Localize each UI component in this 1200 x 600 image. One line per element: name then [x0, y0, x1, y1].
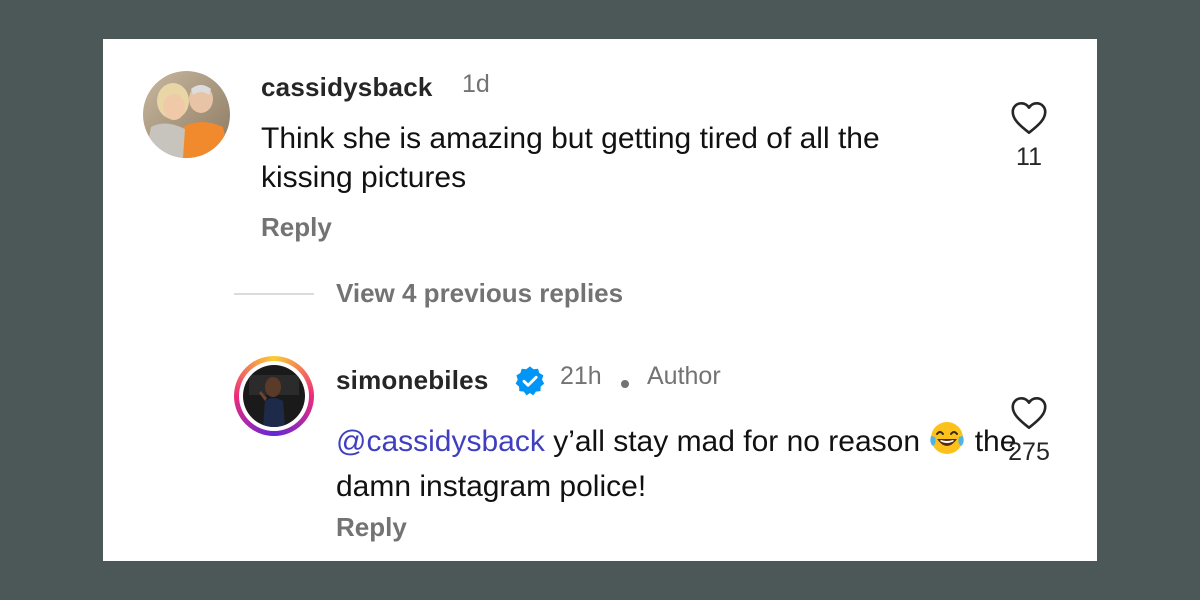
heart-icon[interactable]: [1010, 396, 1048, 430]
story-ring[interactable]: [234, 356, 314, 436]
thread-line: [234, 293, 314, 295]
reply-username[interactable]: simonebiles: [336, 365, 488, 396]
reply-button[interactable]: Reply: [261, 212, 332, 243]
like-count: 275: [1008, 438, 1050, 466]
reply-text-part1: y’all stay mad for no reason: [544, 425, 929, 458]
avatar-simonebiles: [243, 365, 305, 427]
separator-dot: [621, 380, 629, 388]
like-count: 11: [1016, 143, 1042, 171]
comment-timestamp: 1d: [462, 70, 490, 98]
comment-text: Think she is amazing but getting tired o…: [261, 122, 880, 194]
user-photo-icon: [143, 71, 230, 158]
user-photo-icon: [243, 365, 305, 427]
verified-badge-icon: [515, 366, 545, 396]
mention-link[interactable]: @cassidysback: [336, 425, 545, 458]
avatar-cassidysback[interactable]: [143, 71, 230, 158]
reply-text: @cassidysback y’all stay mad for no reas…: [336, 419, 1036, 506]
face-with-tears-of-joy-icon: [928, 419, 966, 467]
reply-timestamp: 21h: [560, 362, 602, 390]
like-area: 275: [999, 396, 1059, 467]
reply-button[interactable]: Reply: [336, 512, 407, 543]
comment-username[interactable]: cassidysback: [261, 72, 433, 103]
comment-card: cassidysback 1d Think she is amazing but…: [103, 39, 1097, 561]
author-label: Author: [647, 362, 721, 390]
view-previous-replies-button[interactable]: View 4 previous replies: [336, 278, 623, 309]
heart-icon[interactable]: [1010, 101, 1048, 135]
like-area: 11: [999, 101, 1059, 172]
